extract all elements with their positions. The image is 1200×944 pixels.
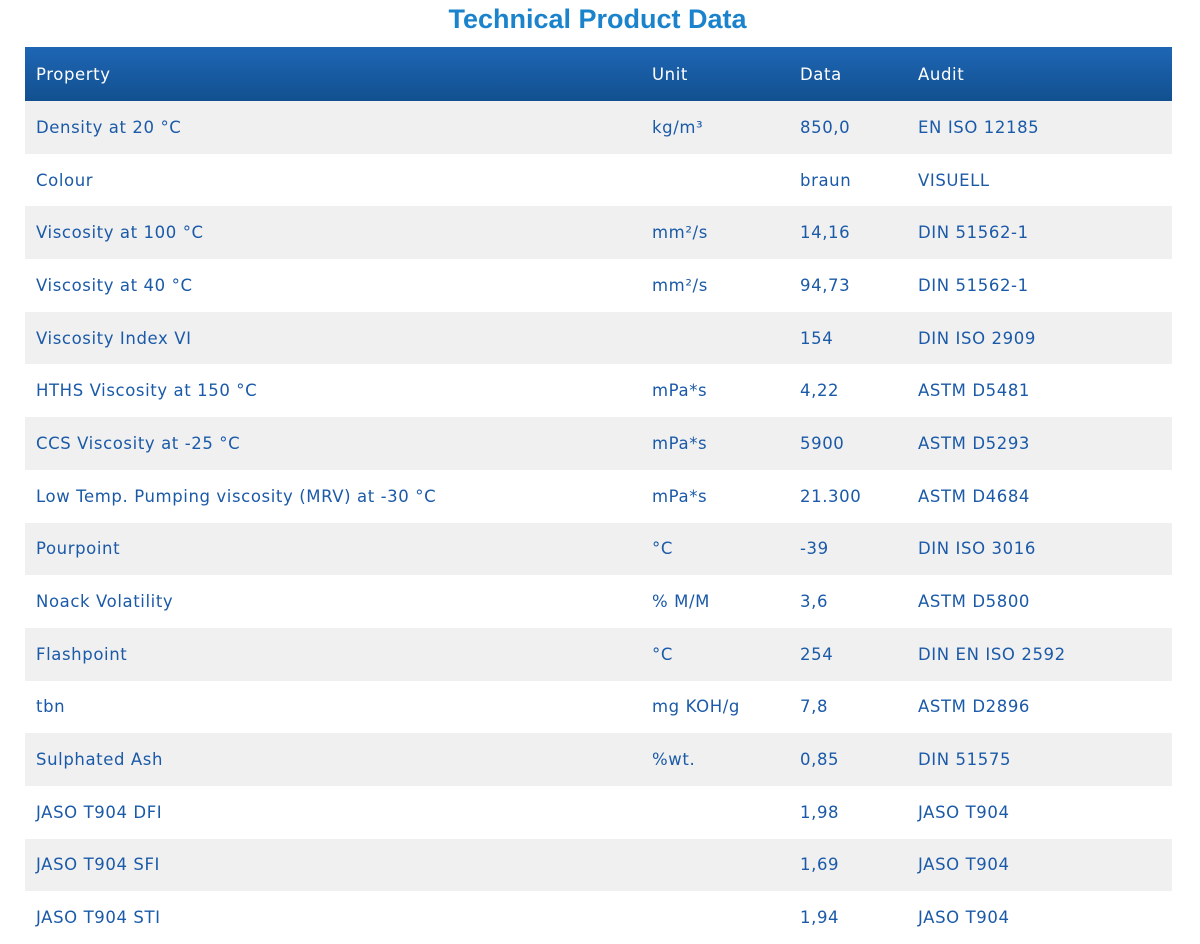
table-row: Colour braun VISUELL: [25, 153, 1172, 207]
cell-property: Flashpoint: [36, 644, 128, 664]
cell-data: 0,85: [800, 750, 840, 770]
cell-audit: DIN ISO 2909: [918, 328, 1036, 348]
cell-data: 14,16: [800, 223, 851, 243]
cell-property: JASO T904 STI: [36, 908, 161, 928]
cell-property: Low Temp. Pumping viscosity (MRV) at -30…: [36, 486, 437, 506]
cell-unit: °C: [652, 539, 673, 559]
cell-data: 1,69: [800, 855, 840, 875]
cell-audit: JASO T904: [918, 802, 1010, 822]
table-row: JASO T904 STI 1,94 JASO T904: [25, 891, 1172, 944]
cell-audit: ASTM D5293: [918, 433, 1031, 453]
cell-audit: JASO T904: [918, 908, 1010, 928]
cell-property: Viscosity at 100 °C: [36, 223, 204, 243]
cell-data: 154: [800, 328, 834, 348]
cell-data: braun: [800, 170, 852, 190]
cell-property: Noack Volatility: [36, 592, 174, 612]
cell-audit: VISUELL: [918, 170, 990, 190]
cell-property: Viscosity Index VI: [36, 328, 192, 348]
cell-data: 5900: [800, 433, 845, 453]
cell-data: 94,73: [800, 275, 851, 295]
cell-audit: ASTM D4684: [918, 486, 1031, 506]
table-row: Low Temp. Pumping viscosity (MRV) at -30…: [25, 469, 1172, 523]
cell-unit: mPa*s: [652, 486, 708, 506]
cell-audit: ASTM D5800: [918, 592, 1031, 612]
cell-audit: ASTM D2896: [918, 697, 1031, 717]
cell-data: 4,22: [800, 381, 840, 401]
cell-data: 850,0: [800, 117, 851, 137]
cell-unit: % M/M: [652, 592, 710, 612]
table-row: Sulphated Ash %wt. 0,85 DIN 51575: [25, 733, 1172, 786]
table-row: Flashpoint °C 254 DIN EN ISO 2592: [25, 627, 1172, 681]
cell-property: CCS Viscosity at -25 °C: [36, 433, 241, 453]
table-row: Density at 20 °C kg/m³ 850,0 EN ISO 1218…: [25, 101, 1172, 154]
cell-data: 1,98: [800, 802, 840, 822]
cell-unit: mPa*s: [652, 433, 708, 453]
table-row: Viscosity Index VI 154 DIN ISO 2909: [25, 311, 1172, 365]
cell-unit: mg KOH/g: [652, 697, 740, 717]
cell-data: 7,8: [800, 697, 829, 717]
cell-audit: DIN 51562-1: [918, 275, 1029, 295]
cell-property: Density at 20 °C: [36, 117, 182, 137]
table-row: tbn mg KOH/g 7,8 ASTM D2896: [25, 680, 1172, 734]
cell-data: -39: [800, 539, 829, 559]
table-row: Noack Volatility % M/M 3,6 ASTM D5800: [25, 575, 1172, 628]
cell-unit: kg/m³: [652, 117, 704, 137]
cell-unit: °C: [652, 644, 673, 664]
cell-property: HTHS Viscosity at 150 °C: [36, 381, 258, 401]
cell-audit: DIN EN ISO 2592: [918, 644, 1066, 664]
cell-audit: ASTM D5481: [918, 381, 1031, 401]
cell-data: 3,6: [800, 592, 829, 612]
cell-property: JASO T904 SFI: [36, 855, 161, 875]
cell-unit: %wt.: [652, 750, 696, 770]
cell-unit: mm²/s: [652, 275, 708, 295]
cell-property: JASO T904 DFI: [36, 802, 163, 822]
cell-data: 254: [800, 644, 834, 664]
header-data: Data: [800, 64, 842, 84]
table-row: JASO T904 DFI 1,98 JASO T904: [25, 785, 1172, 839]
cell-property: Sulphated Ash: [36, 750, 164, 770]
table-row: HTHS Viscosity at 150 °C mPa*s 4,22 ASTM…: [25, 364, 1172, 418]
table-header-row: Property Unit Data Audit: [25, 47, 1172, 101]
cell-property: Viscosity at 40 °C: [36, 275, 193, 295]
cell-unit: mPa*s: [652, 381, 708, 401]
cell-audit: DIN 51575: [918, 750, 1012, 770]
table-row: Viscosity at 100 °C mm²/s 14,16 DIN 5156…: [25, 206, 1172, 260]
cell-property: Pourpoint: [36, 539, 121, 559]
cell-audit: EN ISO 12185: [918, 117, 1040, 137]
table-row: Pourpoint °C -39 DIN ISO 3016: [25, 522, 1172, 576]
cell-unit: mm²/s: [652, 223, 708, 243]
table-row: JASO T904 SFI 1,69 JASO T904: [25, 838, 1172, 892]
cell-data: 21.300: [800, 486, 862, 506]
cell-data: 1,94: [800, 908, 840, 928]
cell-property: tbn: [36, 697, 66, 717]
cell-audit: DIN 51562-1: [918, 223, 1029, 243]
table-row: CCS Viscosity at -25 °C mPa*s 5900 ASTM …: [25, 417, 1172, 470]
table-row: Viscosity at 40 °C mm²/s 94,73 DIN 51562…: [25, 259, 1172, 312]
product-data-table: Property Unit Data Audit Density at 20 °…: [25, 47, 1172, 944]
header-property: Property: [36, 64, 111, 84]
header-unit: Unit: [652, 64, 688, 84]
cell-property: Colour: [36, 170, 94, 190]
header-audit: Audit: [918, 64, 965, 84]
cell-audit: JASO T904: [918, 855, 1010, 875]
page-title: Technical Product Data: [448, 4, 747, 34]
cell-audit: DIN ISO 3016: [918, 539, 1036, 559]
